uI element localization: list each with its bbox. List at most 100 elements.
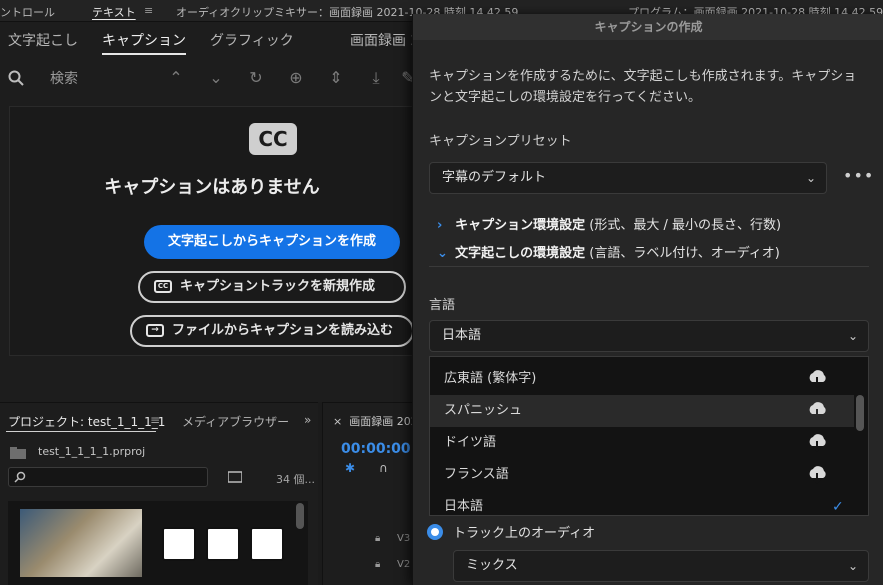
- video-thumbnail[interactable]: [20, 509, 142, 577]
- new-search-bin-icon[interactable]: [228, 471, 242, 483]
- import-file-icon: →: [146, 324, 164, 337]
- tab-media-browser[interactable]: メディアブラウザー: [182, 413, 289, 430]
- project-menu-icon[interactable]: ≡: [150, 413, 160, 427]
- dialog-title: キャプションの作成: [413, 14, 883, 40]
- sequence-name: 画面録画 2: [350, 33, 420, 49]
- new-caption-track-button[interactable]: CC キャプショントラックを新規作成: [138, 271, 406, 303]
- scrollbar-thumb[interactable]: [856, 395, 864, 431]
- track-label: V2: [397, 559, 411, 570]
- audio-on-track-option[interactable]: トラック上のオーディオ: [427, 522, 595, 541]
- timecode[interactable]: 00:00:00:: [341, 441, 416, 457]
- text-subtabs: 文字起こし キャプション グラフィック 画面録画 2: [0, 22, 420, 56]
- transcript-settings-section[interactable]: ⌄ 文字起こしの環境設定 (言語、ラベル付け、オーディオ): [437, 242, 780, 261]
- audio-mix-select[interactable]: ミックス ⌄: [453, 550, 869, 582]
- item-count: 34 個...: [276, 473, 315, 486]
- search-icon[interactable]: [8, 70, 24, 86]
- chevron-right-icon: ›: [437, 218, 443, 233]
- project-panel: プロジェクト: test_1_1_1_1 ≡ メディアブラウザー » test_…: [0, 402, 318, 585]
- split-caption-icon[interactable]: ⇕: [326, 68, 346, 88]
- chevron-down-icon: ⌄: [847, 559, 858, 573]
- tab-project[interactable]: プロジェクト: test_1_1_1_1: [8, 413, 165, 430]
- dropdown-scrollbar[interactable]: [856, 359, 864, 515]
- lock-icon[interactable]: 🔒︎: [375, 559, 380, 570]
- clip-thumbnail[interactable]: [206, 527, 240, 561]
- import-captions-label: ファイルからキャプションを読み込む: [172, 323, 394, 338]
- clip-thumbnail[interactable]: [250, 527, 284, 561]
- dialog-description: キャプションを作成するために、文字起こしも作成されます。キャプションと文字起こし…: [429, 69, 857, 105]
- checkmark-icon: ✓: [832, 499, 844, 515]
- active-tab-underline: [102, 53, 186, 55]
- cloud-download-icon[interactable]: [806, 401, 828, 421]
- language-option[interactable]: 広東語 (繁体字): [430, 363, 854, 395]
- caption-search-row: 検索 ⌃ ⌄ ↻ ⊕ ⇕ ⤓ ✎: [0, 62, 420, 94]
- language-select[interactable]: 日本語 ⌄: [429, 320, 869, 352]
- project-tab-underline: [6, 431, 156, 432]
- clip-thumbnail[interactable]: [162, 527, 196, 561]
- chevron-down-icon: ⌄: [437, 246, 448, 261]
- language-option-selected[interactable]: 日本語 ✓: [430, 491, 854, 515]
- language-dropdown-list: 広東語 (繁体字) スパニッシュ ドイツ語 フランス語 日本語 ✓: [429, 356, 869, 516]
- project-thumbnails: [8, 501, 308, 585]
- create-captions-dialog: キャプションの作成 キャプションを作成するために、文字起こしも作成されます。キャ…: [412, 14, 883, 585]
- track-label: V3: [397, 533, 411, 544]
- new-caption-track-label: キャプショントラックを新規作成: [180, 279, 376, 294]
- more-panels-icon[interactable]: »: [304, 413, 311, 427]
- caption-track-icon: CC: [154, 280, 172, 293]
- caption-preset-value: 字幕のデフォルト: [442, 170, 547, 185]
- snap-icon[interactable]: ✱: [345, 461, 355, 475]
- cloud-download-icon[interactable]: [806, 465, 828, 485]
- add-caption-icon[interactable]: ⊕: [286, 68, 306, 88]
- close-icon[interactable]: ×: [333, 415, 342, 428]
- chevron-down-icon: ⌄: [847, 329, 858, 343]
- radio-selected-icon[interactable]: [427, 524, 443, 540]
- no-captions-title: キャプションはありません: [104, 177, 320, 198]
- section-divider: [429, 266, 869, 267]
- cloud-download-icon[interactable]: [806, 369, 828, 389]
- project-file-icon: [10, 447, 26, 459]
- text-panel: 文字起こし キャプション グラフィック 画面録画 2 検索 ⌃ ⌄ ↻ ⊕ ⇕ …: [0, 22, 420, 402]
- panel-menu-icon[interactable]: ≡: [144, 4, 153, 17]
- project-scrollbar[interactable]: [296, 503, 304, 529]
- transcript-settings-title: 文字起こしの環境設定: [455, 246, 586, 261]
- language-option[interactable]: ドイツ語: [430, 427, 854, 459]
- tab-text[interactable]: テキスト: [92, 4, 136, 20]
- linked-selection-icon[interactable]: ∩: [379, 461, 388, 475]
- tab-control[interactable]: ントロール: [0, 4, 55, 20]
- project-search-input[interactable]: [8, 467, 208, 487]
- language-option[interactable]: フランス語: [430, 459, 854, 491]
- tab-timeline-sequence[interactable]: × 画面録画 202: [333, 413, 418, 429]
- language-option[interactable]: スパニッシュ: [430, 395, 854, 427]
- language-option-label: 日本語: [444, 499, 484, 514]
- tab-captions[interactable]: キャプション: [102, 30, 186, 50]
- tab-transcript[interactable]: 文字起こし: [8, 30, 78, 50]
- closed-caption-icon: CC: [249, 123, 297, 155]
- caption-settings-title: キャプション環境設定: [455, 218, 586, 233]
- lock-icon[interactable]: 🔒︎: [375, 533, 380, 544]
- caption-preset-select[interactable]: 字幕のデフォルト ⌄: [429, 162, 827, 194]
- chevron-down-icon[interactable]: ⌄: [206, 68, 226, 88]
- transcript-settings-detail: (言語、ラベル付け、オーディオ): [585, 246, 780, 261]
- refresh-icon[interactable]: ↻: [246, 68, 266, 88]
- import-captions-button[interactable]: → ファイルからキャプションを読み込む: [130, 315, 414, 347]
- chevron-up-icon[interactable]: ⌃: [166, 68, 186, 88]
- chevron-down-icon: ⌄: [805, 171, 816, 185]
- project-file-name: test_1_1_1_1.prproj: [38, 445, 146, 458]
- search-icon: [14, 471, 26, 483]
- cloud-download-icon[interactable]: [806, 433, 828, 453]
- language-label: 言語: [429, 298, 456, 313]
- audio-on-track-label: トラック上のオーディオ: [453, 526, 596, 541]
- preset-more-button[interactable]: •••: [843, 166, 874, 185]
- caption-preset-label: キャプションプリセット: [429, 134, 572, 149]
- search-input[interactable]: 検索: [50, 68, 78, 88]
- sequence-tab-label: 画面録画 202: [349, 415, 418, 428]
- tab-graphics[interactable]: グラフィック: [210, 30, 294, 50]
- language-option-label: フランス語: [444, 467, 509, 482]
- language-option-label: スパニッシュ: [444, 403, 523, 418]
- caption-settings-section[interactable]: › キャプション環境設定 (形式、最大 / 最小の長さ、行数): [437, 214, 781, 233]
- language-option-label: 広東語 (繁体字): [444, 371, 537, 386]
- audio-mix-value: ミックス: [466, 558, 518, 573]
- merge-caption-icon[interactable]: ⤓: [366, 68, 386, 88]
- timeline-panel: × 画面録画 202 00:00:00: ✱ ∩ 🔒︎ V3 🔒︎ V2: [322, 402, 418, 585]
- create-captions-from-transcript-button[interactable]: 文字起こしからキャプションを作成: [144, 225, 400, 259]
- no-captions-box: CC キャプションはありません 文字起こしからキャプションを作成 CC キャプシ…: [9, 106, 414, 356]
